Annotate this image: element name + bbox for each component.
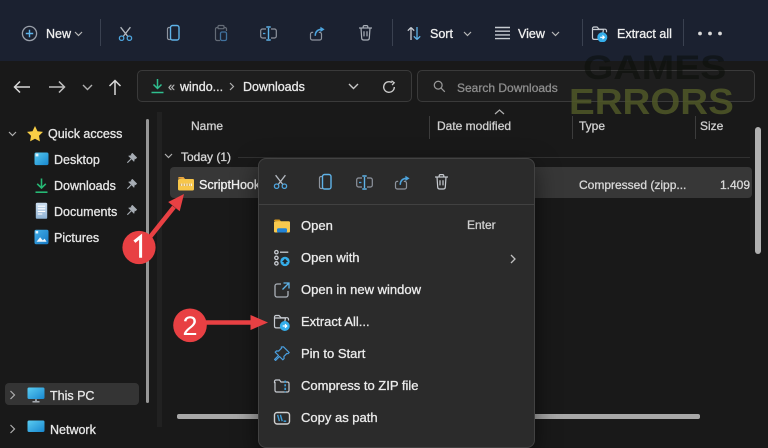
svg-text:2: 2 xyxy=(182,311,197,341)
